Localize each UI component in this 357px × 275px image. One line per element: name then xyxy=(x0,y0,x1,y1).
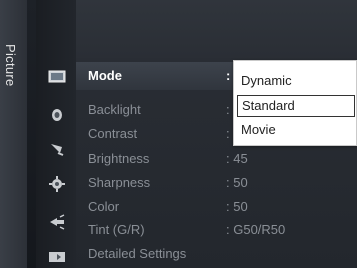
menu-item-label: Sharpness xyxy=(88,175,151,190)
menu-item-value: : 50 xyxy=(226,199,248,214)
menu-item-label: Backlight xyxy=(88,102,141,117)
menu-item-value: : 45 xyxy=(226,151,248,166)
menu-item-mode[interactable]: Mode : xyxy=(88,68,230,90)
option-dynamic[interactable]: Dynamic xyxy=(237,71,355,93)
setup-icon[interactable] xyxy=(48,176,66,192)
category-tab-picture[interactable]: Picture xyxy=(0,0,27,268)
picture-icon[interactable] xyxy=(48,69,66,85)
menu-item-value: : G50/R50 xyxy=(226,222,286,237)
menu-item-backlight[interactable]: Backlight : xyxy=(88,102,230,124)
menu-item-value: : xyxy=(226,126,230,141)
input-icon[interactable] xyxy=(48,214,66,230)
menu-item-label: Mode xyxy=(88,68,122,83)
panel-header xyxy=(76,0,357,58)
option-standard[interactable]: Standard xyxy=(237,95,355,117)
category-label: Picture xyxy=(3,44,18,87)
menu-item-label: Tint (G/R) xyxy=(88,222,145,237)
option-movie[interactable]: Movie xyxy=(237,120,355,142)
menu-item-brightness[interactable]: Brightness : 45 xyxy=(88,151,248,173)
tv-menu-screen: Picture Mode : Backlight: Contrast: Br… xyxy=(0,0,357,275)
menu-item-value: : xyxy=(226,68,231,83)
menu-item-color[interactable]: Color : 50 xyxy=(88,199,248,221)
menu-item-label: Detailed Settings xyxy=(88,246,187,261)
menu-item-value: : xyxy=(226,102,230,117)
mode-dropdown[interactable]: Dynamic Standard Movie xyxy=(233,60,357,146)
sound-icon[interactable] xyxy=(48,107,66,123)
menu-item-sharpness[interactable]: Sharpness : 50 xyxy=(88,175,248,197)
menu-item-label: Brightness xyxy=(88,151,150,166)
menu-item-detailed-settings[interactable]: Detailed Settings xyxy=(88,246,186,268)
menu-item-value: : 50 xyxy=(226,175,248,190)
bottom-border xyxy=(0,268,357,275)
application-icon[interactable] xyxy=(48,249,66,265)
menu-item-tint[interactable]: Tint (G/R) : G50/R50 xyxy=(88,222,285,244)
menu-item-label: Color xyxy=(88,199,120,214)
menu-item-label: Contrast xyxy=(88,126,138,141)
channel-icon[interactable] xyxy=(48,141,66,157)
menu-item-contrast[interactable]: Contrast : xyxy=(88,126,230,148)
